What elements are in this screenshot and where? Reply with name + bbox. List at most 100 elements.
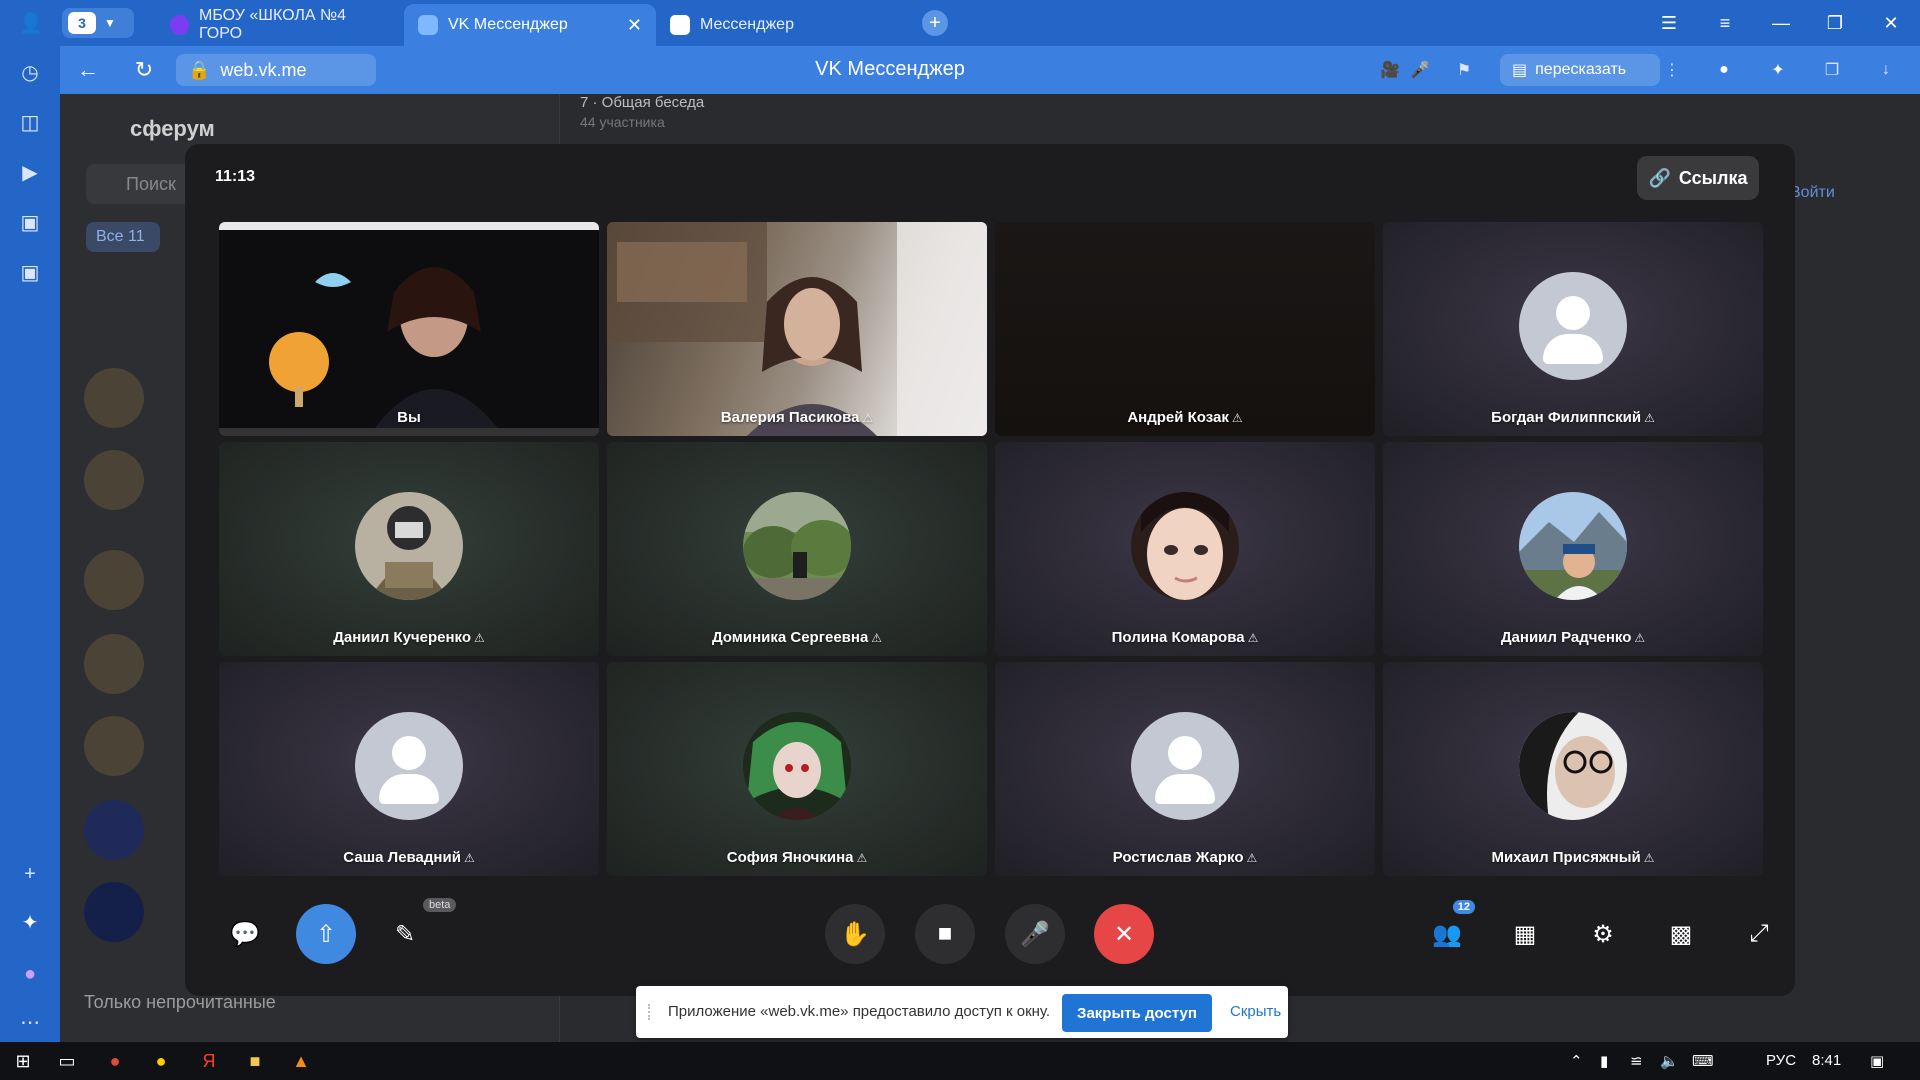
retell-button[interactable]: ▤ пересказать xyxy=(1500,54,1660,86)
participant-tile[interactable]: Михаил Присяжный ⚠ xyxy=(1383,662,1763,876)
lock-icon: 🔒 xyxy=(188,59,211,80)
participants-button[interactable]: 👥 12 xyxy=(1417,900,1477,964)
collections-sidebar-icon[interactable]: ◫ xyxy=(16,108,44,136)
file-explorer-icon[interactable]: ■ xyxy=(242,1048,268,1074)
participant-name: Даниил Кучеренко ⚠ xyxy=(333,629,485,646)
back-icon[interactable]: ← xyxy=(72,54,104,86)
tab-messenger[interactable]: Мессенджер xyxy=(656,4,906,46)
windows-start-icon[interactable]: ⊞ xyxy=(10,1048,36,1074)
menu-icon[interactable]: ≡ xyxy=(1710,8,1740,38)
vk-extension-icon[interactable]: ✦ xyxy=(1766,58,1790,82)
screenshot-icon[interactable]: ▣ xyxy=(16,258,44,286)
history-icon[interactable]: ◷ xyxy=(16,58,44,86)
extension-w-icon[interactable]: ● xyxy=(1712,58,1736,82)
participant-tile[interactable]: Саша Левадний ⚠ xyxy=(219,662,599,876)
participant-name: Доминика Сергеевна ⚠ xyxy=(711,629,883,646)
keyboard-icon[interactable]: ⌨ xyxy=(1692,1052,1714,1070)
battery-icon[interactable]: ▮ xyxy=(1600,1052,1608,1070)
more-vertical-icon[interactable]: ⋮ xyxy=(1660,58,1684,82)
participant-tile[interactable]: Даниил Кучеренко ⚠ xyxy=(219,442,599,656)
participant-tile-self[interactable]: Вы xyxy=(219,222,599,436)
bookmarks-panel-icon[interactable]: ☰ xyxy=(1654,8,1684,38)
download-icon[interactable]: ↓ xyxy=(1874,58,1898,82)
yandex-browser-icon[interactable]: ● xyxy=(148,1048,174,1074)
mic-off-icon: ⚠ xyxy=(1644,411,1655,425)
participant-tile[interactable]: София Яночкина ⚠ xyxy=(607,662,987,876)
yandex-icon[interactable]: Я xyxy=(196,1048,222,1074)
chat-avatar[interactable] xyxy=(84,716,144,776)
close-window-icon[interactable]: ✕ xyxy=(1876,8,1906,38)
drag-handle-icon[interactable] xyxy=(648,1004,654,1020)
vlc-icon[interactable]: ▲ xyxy=(288,1048,314,1074)
call-link-button[interactable]: 🔗 Ссылка xyxy=(1637,156,1759,200)
raise-hand-button[interactable]: ✋ xyxy=(825,904,885,964)
tab-school[interactable]: МБОУ «ШКОЛА №4 ГОРО xyxy=(156,4,398,46)
add-panel-icon[interactable]: + xyxy=(16,860,44,888)
end-call-button[interactable]: ✕ xyxy=(1094,904,1154,964)
participant-tile[interactable]: Полина Комарова ⚠ xyxy=(995,442,1375,656)
profile-icon[interactable]: 👤 xyxy=(12,8,50,38)
chat-avatar[interactable] xyxy=(84,550,144,610)
hide-notice-link[interactable]: Скрыть xyxy=(1230,1003,1281,1020)
screen-share-button[interactable]: ⇧ xyxy=(296,904,356,964)
tabs-counter-icon[interactable]: ▣ xyxy=(16,208,44,236)
chat-avatar[interactable] xyxy=(84,450,144,510)
vk-icon[interactable]: ✦ xyxy=(16,908,44,936)
messenger-favicon-icon xyxy=(670,15,690,35)
chrome-icon[interactable]: ● xyxy=(102,1048,128,1074)
layout-button[interactable]: ▦ xyxy=(1495,904,1555,964)
share-notice-text: Приложение «web.vk.me» предоставило дост… xyxy=(668,1003,1051,1020)
task-view-icon[interactable]: ▭ xyxy=(54,1048,80,1074)
chat-avatar[interactable] xyxy=(84,882,144,942)
restore-icon[interactable]: ❐ xyxy=(1820,8,1850,38)
bookmark-icon[interactable]: ⚑ xyxy=(1452,58,1476,82)
collections-icon[interactable]: ❐ xyxy=(1820,58,1844,82)
fullscreen-button[interactable]: ⤢ xyxy=(1729,904,1789,964)
microphone-permission-icon[interactable]: 🎤 xyxy=(1408,58,1432,82)
chat-avatar[interactable] xyxy=(84,368,144,428)
filter-all-chip[interactable]: Все 11 xyxy=(86,222,160,252)
picture-in-picture-button[interactable]: ▩ xyxy=(1651,904,1711,964)
settings-button[interactable]: ⚙ xyxy=(1573,904,1633,964)
participant-tile[interactable]: Андрей Козак ⚠ xyxy=(995,222,1375,436)
chat-avatar[interactable] xyxy=(84,800,144,860)
whiteboard-button[interactable]: ✎ xyxy=(375,904,435,964)
participant-name: София Яночкина ⚠ xyxy=(726,849,868,866)
call-toolbar: 💬 ⇧ ✎ beta ✋ ■ 🎤 ✕ 👥 12 ▦ ⚙ ▩ ⤢ xyxy=(185,898,1795,978)
sferum-logo: сферум xyxy=(130,116,215,141)
alice-icon[interactable]: ● xyxy=(16,960,44,988)
participants-icon: 👥 xyxy=(1432,920,1462,948)
minimize-icon[interactable]: — xyxy=(1766,8,1796,38)
participant-tile[interactable]: Валерия Пасикова ⚠ xyxy=(607,222,987,436)
notifications-icon[interactable]: ▣ xyxy=(1870,1052,1884,1070)
more-horizontal-icon[interactable]: ⋯ xyxy=(16,1008,44,1036)
microphone-button[interactable]: 🎤 xyxy=(1005,904,1065,964)
input-language[interactable]: РУС xyxy=(1766,1052,1796,1069)
wifi-icon[interactable]: ≌ xyxy=(1630,1052,1643,1070)
participant-tile[interactable]: Даниил Радченко ⚠ xyxy=(1383,442,1763,656)
system-clock[interactable]: 8:41 xyxy=(1812,1052,1841,1069)
tab-vk-messenger[interactable]: VK Мессенджер ✕ xyxy=(404,4,656,46)
mic-off-icon: ⚠ xyxy=(871,631,883,645)
close-tab-icon[interactable]: ✕ xyxy=(627,15,642,36)
tray-chevron-icon[interactable]: ⌃ xyxy=(1570,1052,1583,1070)
reload-icon[interactable]: ↻ xyxy=(128,54,160,86)
pencil-icon: ✎ xyxy=(394,920,416,948)
url-field[interactable]: 🔒 web.vk.me xyxy=(176,54,376,86)
participant-tile[interactable]: Доминика Сергеевна ⚠ xyxy=(607,442,987,656)
participant-tile[interactable]: Богдан Филиппский ⚠ xyxy=(1383,222,1763,436)
chat-button[interactable]: 💬 xyxy=(215,904,275,964)
tab-count: 3 xyxy=(68,12,96,34)
new-tab-button[interactable]: + xyxy=(922,10,948,36)
volume-icon[interactable]: 🔈 xyxy=(1660,1052,1679,1070)
tab-counter[interactable]: 3 ▼ xyxy=(62,8,134,38)
close-access-button[interactable]: Закрыть доступ xyxy=(1062,994,1212,1032)
pip-icon: ▩ xyxy=(1669,920,1693,948)
camera-button[interactable]: ■ xyxy=(915,904,975,964)
camera-permission-icon[interactable]: 🎥 xyxy=(1378,58,1402,82)
gear-icon: ⚙ xyxy=(1592,920,1614,948)
media-icon[interactable]: ▶ xyxy=(16,158,44,186)
login-link[interactable]: Войти xyxy=(1790,184,1835,202)
participant-tile[interactable]: Ростислав Жарко ⚠ xyxy=(995,662,1375,876)
chat-avatar[interactable] xyxy=(84,634,144,694)
